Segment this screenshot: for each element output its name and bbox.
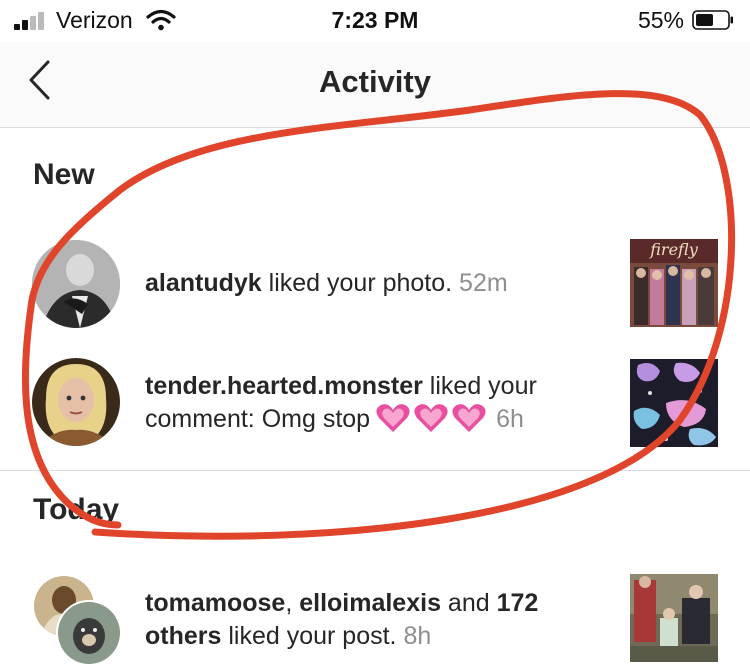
section-header-new: New: [33, 158, 95, 191]
hearts-emoji: [376, 403, 490, 436]
others-label[interactable]: others: [145, 622, 221, 650]
section-header-today: Today: [33, 493, 120, 526]
status-bar: Verizon 7:23 PM 55%: [0, 0, 750, 42]
page-title: Activity: [319, 64, 431, 99]
timestamp: 52m: [459, 269, 508, 297]
activity-row[interactable]: tomamoose, elloimalexis and 172 others li…: [0, 570, 750, 666]
post-thumbnail[interactable]: firefly: [630, 239, 718, 327]
others-count[interactable]: 172: [497, 589, 539, 617]
activity-row[interactable]: tender.hearted.monster liked your commen…: [0, 352, 750, 452]
heart-icon: [414, 404, 448, 432]
activity-action: liked your post.: [221, 622, 404, 650]
username[interactable]: elloimalexis: [299, 589, 441, 617]
activity-text: alantudyk liked your photo. 52m: [145, 267, 615, 300]
activity-text: tender.hearted.monster liked your commen…: [145, 370, 615, 436]
avatar[interactable]: [32, 358, 120, 446]
conjunction: and: [440, 589, 497, 617]
username[interactable]: tender.hearted.monster: [145, 372, 423, 400]
heart-icon: [452, 404, 486, 432]
timestamp: 6h: [496, 405, 524, 433]
avatar[interactable]: [32, 240, 120, 328]
section-divider: [0, 470, 750, 471]
activity-action: liked your photo.: [261, 269, 460, 297]
post-thumbnail[interactable]: [630, 359, 718, 447]
navigation-bar: Activity: [0, 42, 750, 128]
post-thumbnail[interactable]: [630, 574, 718, 662]
username[interactable]: alantudyk: [145, 269, 262, 297]
thumbnail-firefly-logo: firefly: [649, 240, 698, 259]
activity-text: tomamoose, elloimalexis and 172 others li…: [145, 587, 615, 653]
username[interactable]: tomamoose: [145, 589, 285, 617]
timestamp: 8h: [403, 622, 432, 650]
battery-percentage: 55%: [637, 7, 684, 33]
avatar[interactable]: [56, 600, 122, 666]
separator: ,: [285, 589, 300, 617]
activity-row[interactable]: alantudyk liked your photo. 52m firefly: [0, 234, 750, 334]
battery-icon: [692, 10, 733, 30]
heart-icon: [376, 404, 410, 432]
